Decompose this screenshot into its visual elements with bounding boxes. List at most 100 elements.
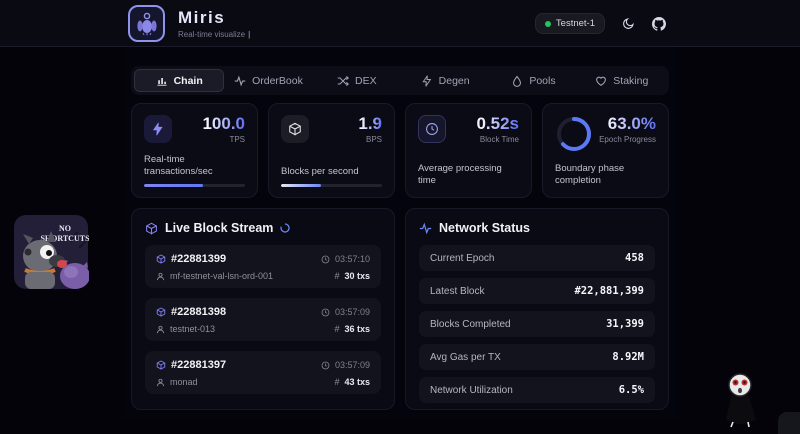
heart-icon — [595, 75, 607, 87]
droplet-icon — [511, 75, 523, 87]
status-label: Blocks Completed — [430, 319, 511, 330]
status-dot-icon — [545, 21, 551, 27]
tab-pools[interactable]: Pools — [489, 69, 577, 92]
tab-dex[interactable]: DEX — [313, 69, 401, 92]
no-shortcuts-sticker: NO SHORTCUTS — [13, 214, 89, 290]
main-content: Chain OrderBook DEX Deg — [131, 66, 669, 410]
network-badge-label: Testnet-1 — [556, 18, 595, 29]
tab-label: Pools — [529, 75, 555, 87]
tab-chain[interactable]: Chain — [134, 69, 224, 92]
status-value: #22,881,399 — [574, 285, 644, 297]
block-number: #22881399 — [171, 253, 226, 265]
network-badge[interactable]: Testnet-1 — [535, 13, 605, 34]
epoch-unit: Epoch Progress — [599, 135, 656, 144]
tab-label: Staking — [613, 75, 648, 87]
status-row: Current Epoch 458 — [419, 245, 655, 271]
svg-text:NO: NO — [59, 224, 71, 233]
tab-orderbook[interactable]: OrderBook — [224, 69, 312, 92]
tx-count: 43 txs — [344, 377, 370, 387]
block-stream-item[interactable]: #22881398 03:57:09 testnet-013 — [145, 298, 381, 341]
panel-title: Live Block Stream — [165, 221, 273, 235]
status-label: Current Epoch — [430, 253, 494, 264]
network-status-panel: Network Status Current Epoch 458 Latest … — [405, 208, 669, 410]
theme-toggle-button[interactable] — [622, 17, 635, 30]
block-time-value: 0.52s — [476, 115, 519, 133]
block-time: 03:57:10 — [335, 254, 370, 264]
cube-icon — [156, 254, 166, 264]
tab-label: Chain — [174, 75, 203, 87]
stat-card-bps: 1.9 BPS Blocks per second — [268, 103, 395, 198]
panels-row: Live Block Stream #22881399 — [131, 208, 669, 410]
corner-widget[interactable] — [778, 412, 800, 434]
view-tab-bar: Chain OrderBook DEX Deg — [131, 66, 669, 95]
epoch-value: 63.0% — [599, 115, 656, 133]
miris-dashboard: Miris Real-time visualize| Testnet-1 — [0, 0, 800, 434]
live-block-stream-panel: Live Block Stream #22881399 — [131, 208, 395, 410]
stat-card-tps: 100.0 TPS Real-time transactions/sec — [131, 103, 258, 198]
header-actions: Testnet-1 — [535, 0, 666, 47]
block-stream-item[interactable]: #22881397 03:57:09 monad # — [145, 351, 381, 394]
status-label: Network Utilization — [430, 385, 513, 396]
cube-icon — [156, 307, 166, 317]
app-subtitle: Real-time visualize| — [178, 30, 250, 39]
status-row: Avg Gas per TX 8.92M — [419, 344, 655, 370]
block-time: 03:57:09 — [335, 360, 370, 370]
bps-progress-fill — [281, 184, 321, 187]
typing-cursor: | — [248, 30, 250, 39]
zap-icon — [421, 75, 433, 87]
bps-description: Blocks per second — [281, 166, 382, 178]
github-icon — [652, 17, 666, 31]
tab-label: OrderBook — [252, 75, 303, 87]
hash-icon: # — [334, 377, 339, 387]
shuffle-icon — [337, 75, 349, 87]
block-stream-item[interactable]: #22881399 03:57:10 mf-testnet-val-lsn-or… — [145, 245, 381, 288]
tps-progress-track — [144, 184, 245, 187]
stats-row: 100.0 TPS Real-time transactions/sec — [131, 103, 669, 198]
github-link-button[interactable] — [652, 17, 666, 31]
tab-label: Degen — [439, 75, 470, 87]
cube-icon — [281, 115, 309, 143]
validator-name: testnet-013 — [170, 324, 215, 334]
validator-name: monad — [170, 377, 198, 387]
tx-count: 30 txs — [344, 271, 370, 281]
hash-icon: # — [334, 271, 339, 281]
person-icon — [156, 325, 165, 334]
block-time-description: Average processing time — [418, 163, 519, 187]
tab-label: DEX — [355, 75, 377, 87]
tab-staking[interactable]: Staking — [578, 69, 666, 92]
epoch-progress-ring-icon — [555, 115, 593, 153]
clock-icon — [321, 255, 330, 264]
status-value: 8.92M — [612, 351, 644, 363]
status-value: 31,399 — [606, 318, 644, 330]
app-logo-icon[interactable] — [128, 5, 165, 42]
moon-icon — [622, 17, 635, 30]
tps-value: 100.0 — [202, 115, 245, 133]
person-icon — [156, 272, 165, 281]
panel-title: Network Status — [439, 221, 530, 235]
status-label: Avg Gas per TX — [430, 352, 501, 363]
clock-icon — [418, 115, 446, 143]
bar-chart-icon — [156, 75, 168, 87]
status-value: 458 — [625, 252, 644, 264]
tps-unit: TPS — [202, 135, 245, 144]
status-row: Latest Block #22,881,399 — [419, 278, 655, 304]
subtitle-text: Real-time visualize — [178, 30, 245, 39]
block-number: #22881398 — [171, 306, 226, 318]
status-row: Network Utilization 6.5% — [419, 377, 655, 403]
bps-value: 1.9 — [358, 115, 382, 133]
epoch-description: Boundary phase completion — [555, 163, 635, 187]
block-number: #22881397 — [171, 359, 226, 371]
status-label: Latest Block — [430, 286, 484, 297]
status-value: 6.5% — [619, 384, 644, 396]
status-row: Blocks Completed 31,399 — [419, 311, 655, 337]
tx-count: 36 txs — [344, 324, 370, 334]
skeleton-mascot — [718, 370, 764, 428]
tab-degen[interactable]: Degen — [401, 69, 489, 92]
block-time-unit: Block Time — [476, 135, 519, 144]
app-title: Miris — [178, 8, 225, 28]
block-time: 03:57:09 — [335, 307, 370, 317]
app-header: Miris Real-time visualize| Testnet-1 — [0, 0, 800, 47]
tps-progress-fill — [144, 184, 203, 187]
person-icon — [156, 378, 165, 387]
activity-icon — [234, 75, 246, 87]
